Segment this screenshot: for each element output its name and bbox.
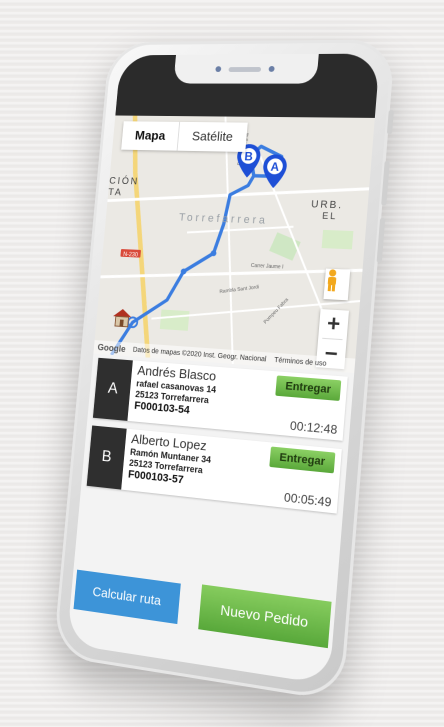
tab-mapa[interactable]: Mapa	[121, 121, 179, 150]
stage: N-230 CIÓN TA URB. EL Torrefarrera Carre…	[0, 0, 444, 727]
map-label-ta: TA	[108, 187, 123, 198]
map-view[interactable]: N-230 CIÓN TA URB. EL Torrefarrera Carre…	[93, 115, 375, 374]
pegman-icon	[327, 269, 337, 292]
order-card[interactable]: B Alberto Lopez Ramón Muntaner 34 25123 …	[86, 425, 342, 514]
zoom-in-button[interactable]: +	[318, 309, 349, 339]
speaker-icon	[228, 66, 262, 72]
phone-screen: N-230 CIÓN TA URB. EL Torrefarrera Carre…	[66, 53, 381, 685]
order-letter: B	[86, 425, 127, 490]
order-time: 00:12:48	[289, 418, 338, 438]
park-area	[321, 229, 354, 250]
map-type-tabs: Mapa Satélite	[121, 121, 248, 152]
park-area	[159, 309, 190, 331]
order-details: Andrés Blasco rafael casanovas 14 25123 …	[127, 360, 347, 440]
camera-icon	[215, 66, 222, 73]
status-bar	[115, 53, 381, 118]
map-label-el: EL	[322, 210, 338, 221]
road-sign-label: N-230	[123, 252, 138, 259]
order-letter: A	[92, 357, 133, 421]
notch	[173, 53, 319, 84]
order-details: Alberto Lopez Ramón Muntaner 34 25123 To…	[121, 429, 342, 514]
nuevo-pedido-button[interactable]: Nuevo Pedido	[198, 584, 332, 649]
tab-satelite[interactable]: Satélite	[176, 121, 248, 152]
sensor-icon	[268, 65, 275, 72]
order-list: A Andrés Blasco rafael casanovas 14 2512…	[81, 357, 354, 522]
phone-mockup: N-230 CIÓN TA URB. EL Torrefarrera Carre…	[52, 39, 396, 702]
google-logo: Google	[97, 342, 127, 354]
marker-label: A	[270, 161, 279, 174]
terms-link[interactable]: Términos de uso	[274, 356, 327, 367]
phone-side-button	[386, 109, 394, 135]
bottom-actions: Calcular ruta Nuevo Pedido	[70, 565, 336, 649]
marker-label: B	[244, 151, 253, 164]
calcular-ruta-button[interactable]: Calcular ruta	[73, 569, 181, 625]
street-view-pegman[interactable]	[323, 268, 351, 301]
map-label-cion: CIÓN	[109, 176, 140, 188]
